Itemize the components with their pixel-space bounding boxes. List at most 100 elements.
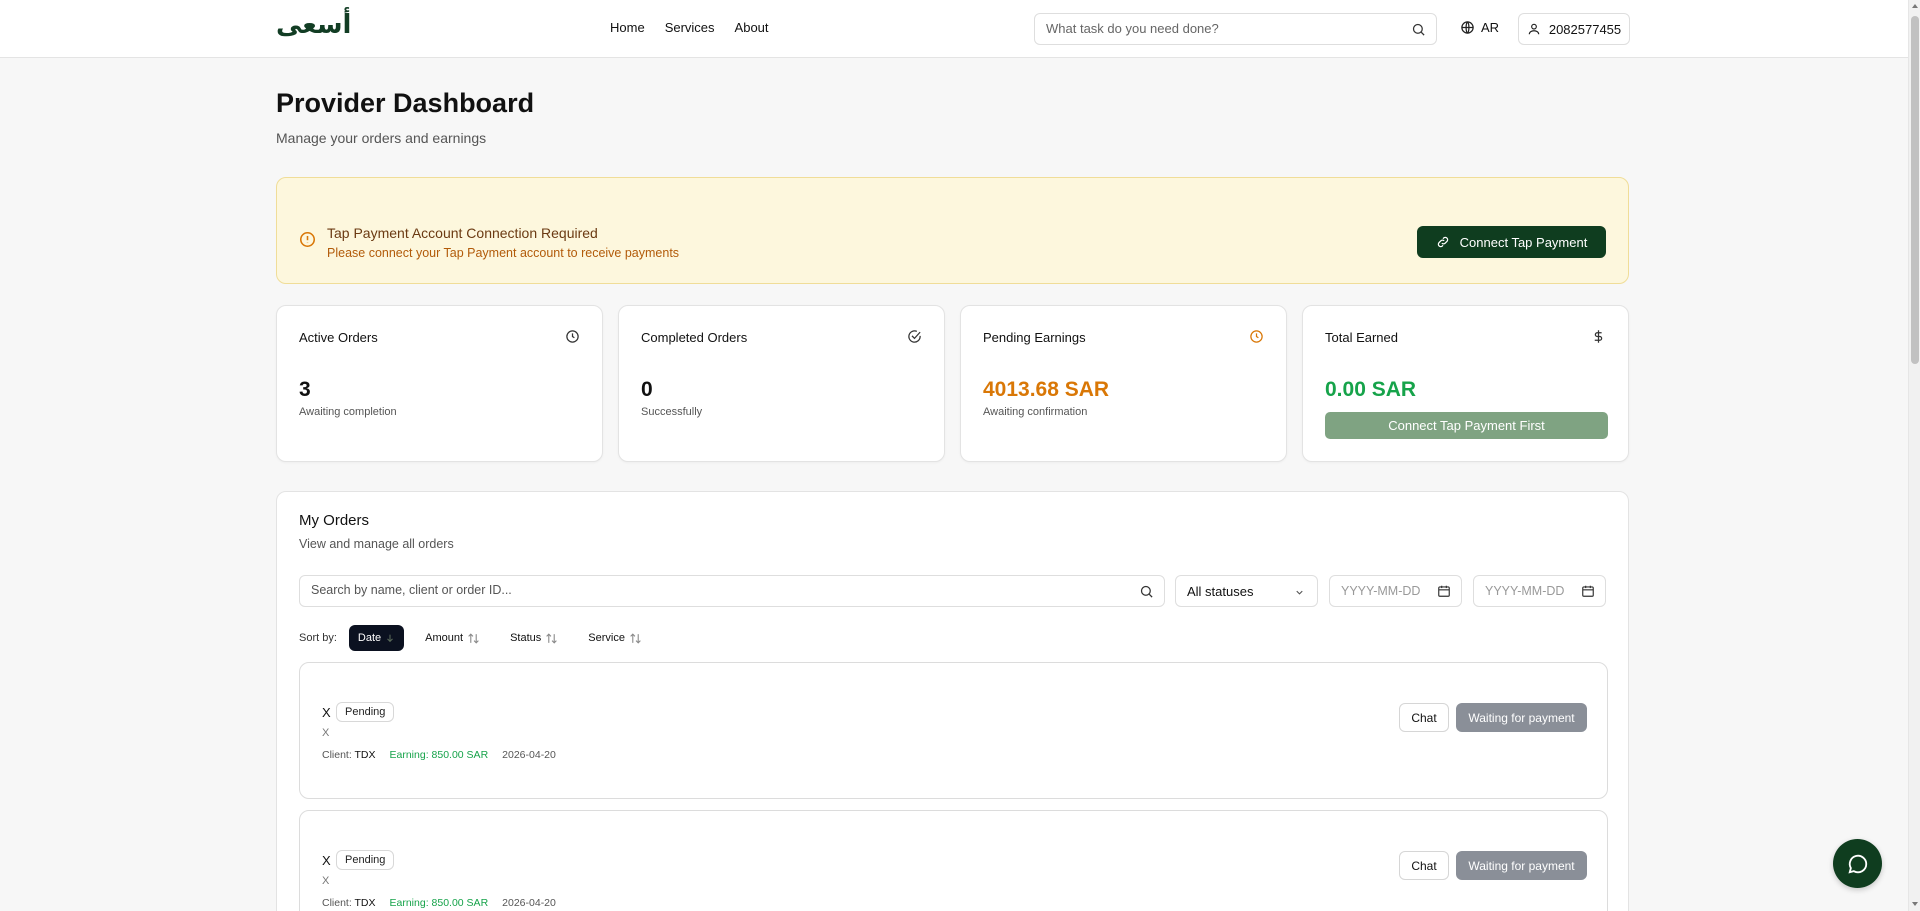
logo[interactable]: أسعى — [276, 10, 351, 40]
clock-icon — [1249, 329, 1264, 344]
search-icon — [1139, 584, 1154, 599]
clock-icon — [565, 329, 580, 344]
orders-search — [299, 575, 1165, 607]
sort-date-button[interactable]: Date — [348, 625, 405, 651]
connect-tap-payment-button[interactable]: Connect Tap Payment — [1417, 226, 1606, 258]
calendar-icon[interactable] — [1581, 584, 1595, 598]
order-title: X — [322, 705, 331, 720]
order-card[interactable]: X Pending X Client: TDX Earning: 850.00 … — [299, 810, 1608, 911]
order-date: 2026-04-20 — [502, 749, 556, 761]
header-search-input[interactable] — [1046, 21, 1386, 36]
sort-amount-label: Amount — [425, 632, 464, 644]
stat-card-total-earned: Total Earned 0.00 SAR Connect Tap Paymen… — [1302, 305, 1629, 462]
sort-status-button[interactable]: Status — [501, 625, 567, 651]
user-icon — [1527, 22, 1541, 36]
calendar-icon[interactable] — [1437, 584, 1451, 598]
banner-title: Tap Payment Account Connection Required — [327, 225, 598, 241]
date-from-placeholder: YYYY-MM-DD — [1341, 584, 1421, 598]
stat-value: 0.00 SAR — [1325, 378, 1417, 401]
language-label: AR — [1481, 20, 1500, 35]
header-search — [1034, 13, 1437, 45]
stat-label: Active Orders — [299, 330, 378, 345]
client-name: TDX — [354, 749, 376, 761]
status-filter-value: All statuses — [1187, 584, 1254, 599]
nav-home-link[interactable]: Home — [610, 20, 645, 35]
message-circle-icon — [1847, 853, 1869, 875]
chat-button[interactable]: Chat — [1399, 703, 1449, 732]
floating-chat-button[interactable] — [1833, 839, 1882, 888]
order-date: 2026-04-20 — [502, 897, 556, 909]
my-orders-panel: My Orders View and manage all orders All… — [276, 491, 1629, 911]
page-subtitle: Manage your orders and earnings — [276, 130, 487, 146]
nav-services-link[interactable]: Services — [665, 20, 715, 35]
stat-card-completed-orders: Completed Orders 0 Successfully — [618, 305, 945, 462]
client-label: Client: — [322, 897, 352, 909]
order-meta: Client: TDX Earning: 850.00 SAR 2026-04-… — [322, 749, 556, 761]
order-card[interactable]: X Pending X Client: TDX Earning: 850.00 … — [299, 662, 1608, 799]
top-navbar: أسعى Home Services About AR 2082577455 — [0, 0, 1908, 58]
order-client: Client: TDX — [322, 749, 376, 761]
sort-service-label: Service — [588, 632, 625, 644]
user-id: 2082577455 — [1548, 21, 1622, 37]
sort-label: Sort by: — [299, 632, 337, 644]
main-nav: Home Services About — [610, 20, 769, 35]
stat-label: Pending Earnings — [983, 330, 1086, 345]
arrow-down-icon — [385, 633, 395, 643]
stat-label: Completed Orders — [641, 330, 748, 345]
page-title: Provider Dashboard — [276, 88, 535, 118]
sort-arrows-icon — [545, 632, 558, 645]
connect-tap-payment-first-button[interactable]: Connect Tap Payment First — [1325, 412, 1608, 439]
order-description: X — [322, 875, 330, 887]
scroll-up-icon[interactable] — [1912, 4, 1918, 8]
status-badge: Pending — [336, 702, 395, 722]
orders-subtitle: View and manage all orders — [299, 537, 454, 551]
scroll-down-icon[interactable] — [1912, 902, 1918, 906]
alert-circle-icon — [299, 231, 316, 248]
order-client: Client: TDX — [322, 897, 376, 909]
sort-arrows-icon — [629, 632, 642, 645]
stat-value: 3 — [299, 378, 311, 401]
payment-warning-banner: Tap Payment Account Connection Required … — [276, 177, 1629, 284]
orders-search-input[interactable] — [311, 583, 1111, 597]
order-meta: Client: TDX Earning: 850.00 SAR 2026-04-… — [322, 897, 556, 909]
sort-arrows-icon — [467, 632, 480, 645]
sort-bar: Sort by: Date Amount Status Service — [299, 625, 651, 651]
client-label: Client: — [322, 749, 352, 761]
stat-card-active-orders: Active Orders 3 Awaiting completion — [276, 305, 603, 462]
stat-hint: Successfully — [641, 406, 703, 418]
stat-card-pending-earnings: Pending Earnings 4013.68 SAR Awaiting co… — [960, 305, 1287, 462]
client-name: TDX — [354, 897, 376, 909]
banner-text: Please connect your Tap Payment account … — [327, 246, 680, 260]
status-filter-select[interactable]: All statuses — [1175, 575, 1318, 607]
chat-button[interactable]: Chat — [1399, 851, 1449, 880]
order-description: X — [322, 727, 330, 739]
order-earning: Earning: 850.00 SAR — [389, 749, 489, 761]
sort-status-label: Status — [510, 632, 542, 644]
link-icon — [1436, 235, 1450, 249]
sort-date-label: Date — [357, 632, 382, 644]
user-menu-button[interactable]: 2082577455 — [1518, 13, 1630, 45]
stat-hint: Awaiting confirmation — [983, 406, 1088, 418]
date-to-field[interactable]: YYYY-MM-DD — [1473, 575, 1606, 607]
globe-icon — [1460, 20, 1475, 35]
stat-value: 0 — [641, 378, 653, 401]
orders-title: My Orders — [299, 512, 370, 529]
scroll-thumb[interactable] — [1911, 16, 1919, 364]
waiting-for-payment-button[interactable]: Waiting for payment — [1456, 851, 1587, 880]
stat-value: 4013.68 SAR — [983, 378, 1110, 401]
date-to-placeholder: YYYY-MM-DD — [1485, 584, 1565, 598]
check-circle-icon — [907, 329, 922, 344]
stat-label: Total Earned — [1325, 330, 1398, 345]
status-badge: Pending — [336, 850, 395, 870]
date-from-field[interactable]: YYYY-MM-DD — [1329, 575, 1462, 607]
stat-hint: Awaiting completion — [299, 406, 397, 418]
chevron-down-icon — [1294, 587, 1305, 598]
sort-service-button[interactable]: Service — [579, 625, 651, 651]
connect-tap-payment-label: Connect Tap Payment — [1459, 234, 1588, 250]
search-icon[interactable] — [1411, 22, 1426, 37]
language-switcher[interactable]: AR — [1460, 20, 1499, 35]
nav-about-link[interactable]: About — [735, 20, 769, 35]
page-scrollbar[interactable] — [1908, 0, 1920, 911]
waiting-for-payment-button[interactable]: Waiting for payment — [1456, 703, 1587, 732]
sort-amount-button[interactable]: Amount — [416, 625, 489, 651]
